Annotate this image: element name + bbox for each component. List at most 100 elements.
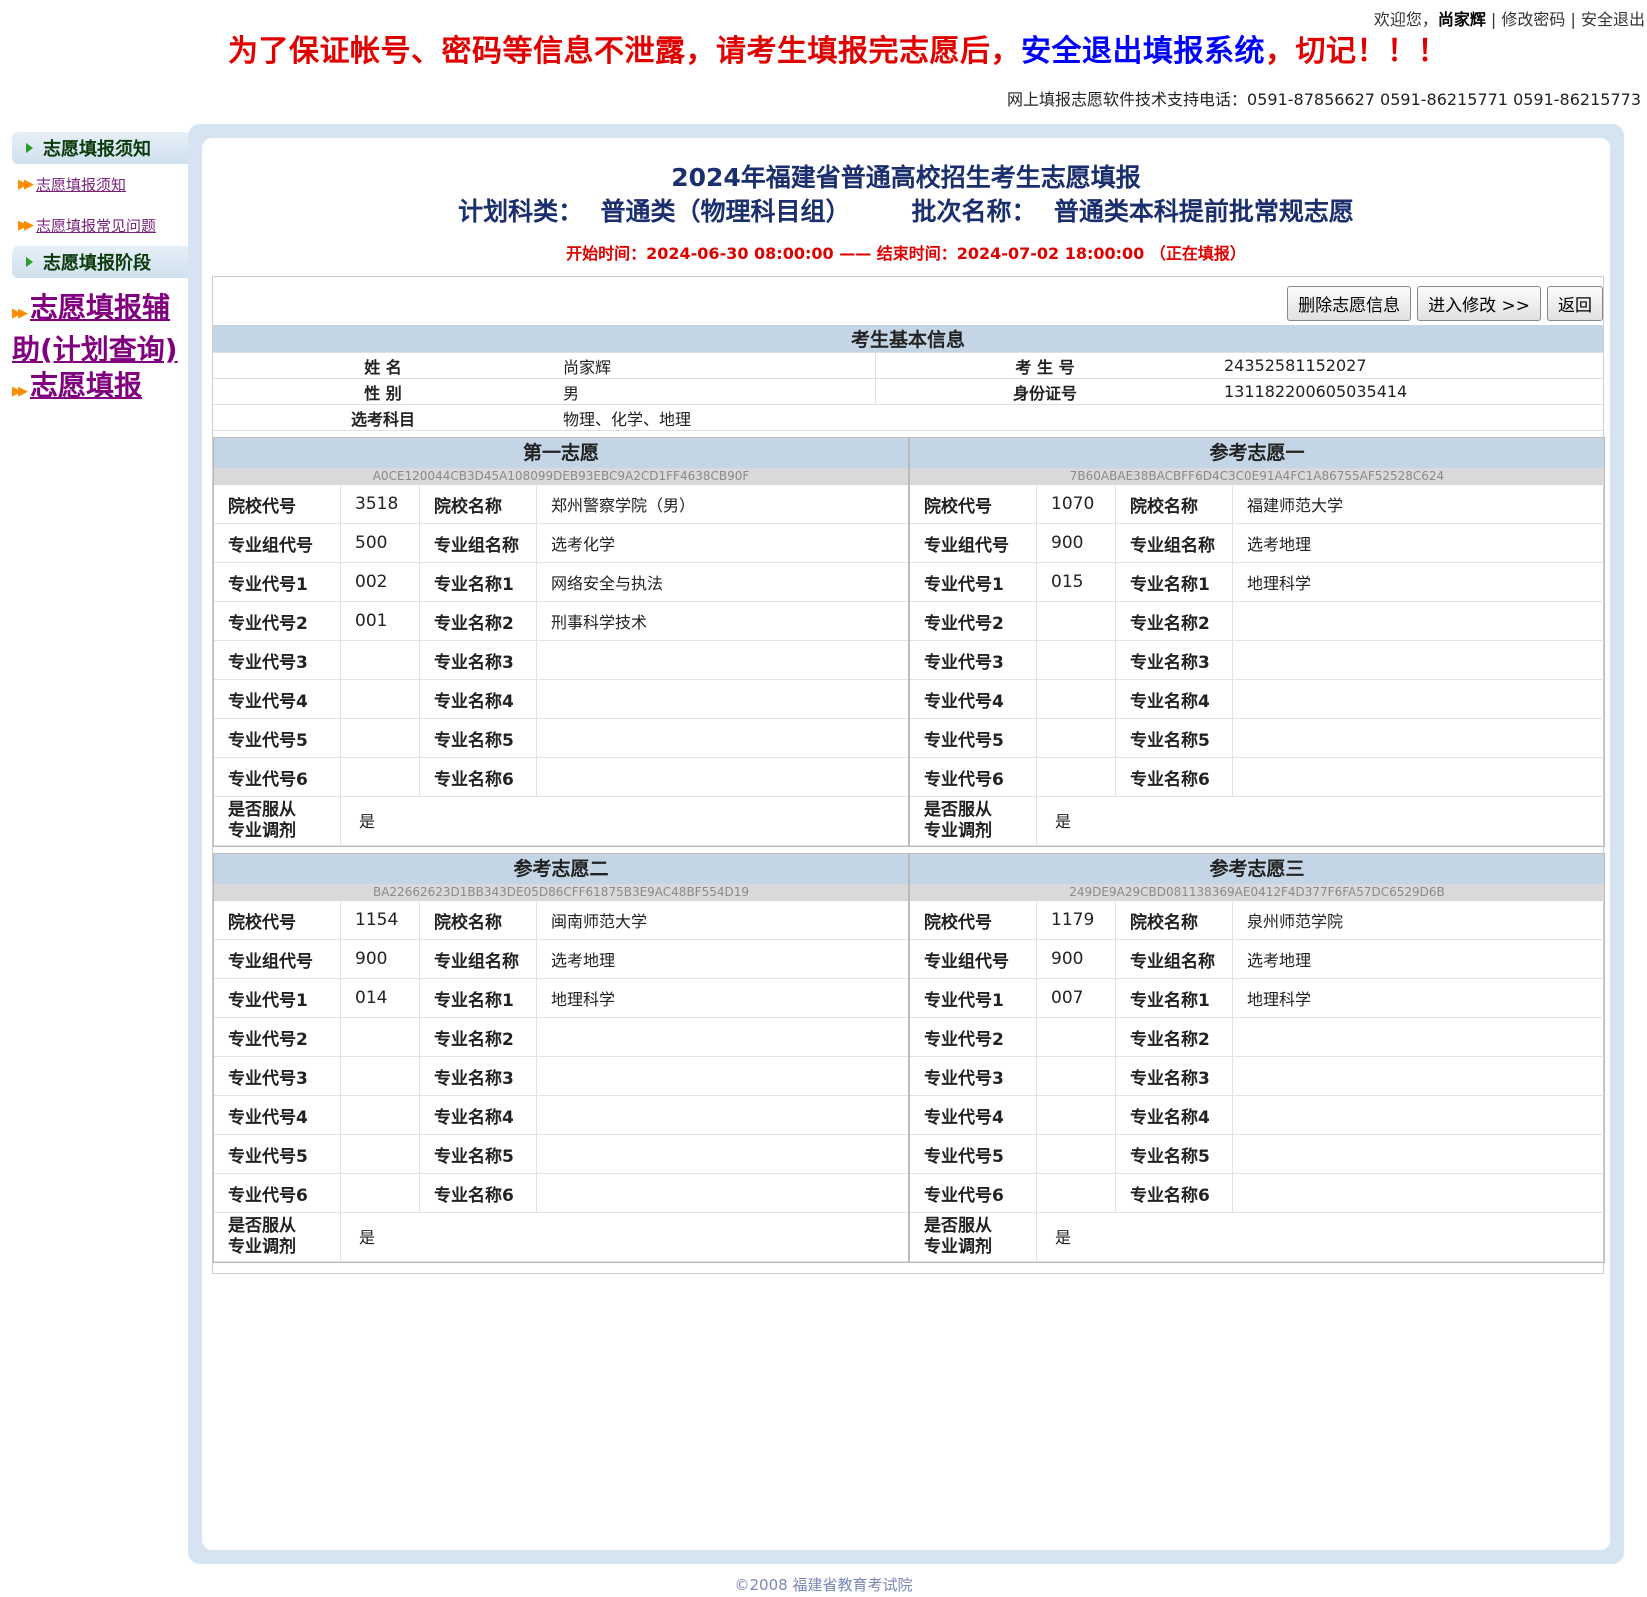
table-row: 院校代号 1070 院校名称 福建师范大学 <box>910 485 1604 524</box>
logout-link[interactable]: 安全退出 <box>1581 10 1645 29</box>
major-name-label: 专业名称6 <box>1115 1173 1233 1213</box>
major-code-value <box>340 1017 420 1057</box>
adjust-label-line2: 专业调剂 <box>924 821 992 841</box>
exam-no-label: 考 生 号 <box>875 352 1214 379</box>
major-code-label: 专业代号1 <box>214 562 341 602</box>
triangle-icon <box>26 143 33 153</box>
major-code-label: 专业代号1 <box>910 562 1037 602</box>
fill-link[interactable]: 志愿填报 <box>30 369 142 402</box>
table-row: 专业代号6 专业名称6 <box>910 757 1604 797</box>
notice-link[interactable]: 志愿填报须知 <box>36 174 126 195</box>
group-name-label: 专业组名称 <box>419 523 537 563</box>
major-name-label: 专业名称4 <box>1115 1095 1233 1135</box>
back-button[interactable]: 返回 <box>1547 286 1603 321</box>
gender-value: 男 <box>553 378 876 405</box>
school-name-label: 院校名称 <box>419 901 537 940</box>
major-code-value <box>340 640 420 680</box>
group-name-value: 选考地理 <box>1232 523 1604 563</box>
major-name-value: 地理科学 <box>1232 978 1604 1018</box>
volunteer-content: 删除志愿信息 进入修改 >> 返回 考生基本信息 姓 名 尚家辉 考 生 号 2… <box>212 276 1605 1274</box>
major-code-value: 014 <box>340 978 420 1018</box>
plan-query-link[interactable]: 志愿填报辅助(计划查询) <box>12 291 178 366</box>
volunteer-table: 院校代号 1070 院校名称 福建师范大学 专业组代号 900 专业组名称 选考地理 专业代号1… <box>910 485 1604 846</box>
major-code-value <box>1036 1134 1116 1174</box>
gender-label: 性 别 <box>213 378 553 405</box>
table-row: 专业代号2 专业名称2 <box>910 601 1604 641</box>
warning-part3: ，切记！！！ <box>1265 34 1448 69</box>
sidebar-section-notice: 志愿填报须知 <box>12 132 188 164</box>
volunteer-title: 参考志愿一 <box>910 438 1604 468</box>
double-arrow-icon: ▶▶ <box>12 306 28 321</box>
group-code-label: 专业组代号 <box>214 939 341 979</box>
major-code-value <box>340 757 420 797</box>
volunteer-block: 第一志愿 A0CE120044CB3D45A108099DEB93EBC9A2CD… <box>213 437 909 847</box>
table-row: 专业代号5 专业名称5 <box>910 1134 1604 1174</box>
table-row: 专业代号1 007 专业名称1 地理科学 <box>910 978 1604 1018</box>
table-row: 专业代号2 001 专业名称2 刑事科学技术 <box>214 601 908 641</box>
major-code-value <box>340 679 420 719</box>
major-name-label: 专业名称6 <box>419 1173 537 1213</box>
group-name-value: 选考化学 <box>536 523 908 563</box>
major-code-label: 专业代号3 <box>214 640 341 680</box>
major-code-value: 007 <box>1036 978 1116 1018</box>
table-row: 专业代号1 015 专业名称1 地理科学 <box>910 562 1604 602</box>
table-row: 专业代号1 002 专业名称1 网络安全与执法 <box>214 562 908 602</box>
subjects-label: 选考科目 <box>213 404 553 431</box>
table-row: 专业代号2 专业名称2 <box>214 1017 908 1057</box>
major-name-label: 专业名称1 <box>1115 978 1233 1018</box>
table-row: 院校代号 1179 院校名称 泉州师范学院 <box>910 901 1604 940</box>
school-name-value: 泉州师范学院 <box>1232 901 1604 940</box>
major-name-value <box>536 757 908 797</box>
volunteer-title: 参考志愿二 <box>214 854 908 884</box>
major-code-label: 专业代号2 <box>214 1017 341 1057</box>
major-name-label: 专业名称4 <box>419 1095 537 1135</box>
major-code-label: 专业代号6 <box>910 757 1037 797</box>
modify-button[interactable]: 进入修改 >> <box>1417 286 1541 321</box>
major-code-value <box>1036 757 1116 797</box>
table-row: 专业代号3 专业名称3 <box>214 640 908 680</box>
major-name-label: 专业名称4 <box>1115 679 1233 719</box>
major-name-value: 地理科学 <box>536 978 908 1018</box>
double-arrow-icon: ▶▶ <box>18 177 34 192</box>
major-code-value <box>340 718 420 758</box>
delete-button[interactable]: 删除志愿信息 <box>1287 286 1412 321</box>
major-name-label: 专业名称5 <box>1115 1134 1233 1174</box>
major-name-label: 专业名称5 <box>419 718 537 758</box>
major-name-label: 专业名称2 <box>1115 1017 1233 1057</box>
footer-copyright: ©2008 福建省教育考试院 <box>734 1576 913 1594</box>
major-name-label: 专业名称1 <box>1115 562 1233 602</box>
major-code-label: 专业代号3 <box>214 1056 341 1096</box>
volunteer-hash: 249DE9A29CBD081138369AE0412F4D377F6FA57D… <box>910 884 1604 901</box>
id-value: 131182200605035414 <box>1214 378 1603 405</box>
group-code-label: 专业组代号 <box>214 523 341 563</box>
action-buttons: 删除志愿信息 进入修改 >> 返回 <box>1287 286 1603 321</box>
major-name-value <box>1232 640 1604 680</box>
major-code-value <box>1036 640 1116 680</box>
volunteer-table: 院校代号 1179 院校名称 泉州师范学院 专业组代号 900 专业组名称 选考地理 专业代号1… <box>910 901 1604 1262</box>
major-name-value <box>536 1017 908 1057</box>
adjust-label: 是否服从 专业调剂 <box>910 796 1037 846</box>
school-name-label: 院校名称 <box>1115 901 1233 940</box>
adjust-label-line1: 是否服从 <box>924 800 992 820</box>
table-row: 专业代号3 专业名称3 <box>214 1056 908 1096</box>
major-code-value: 015 <box>1036 562 1116 602</box>
table-row: 是否服从 专业调剂是 <box>910 796 1604 846</box>
school-code-label: 院校代号 <box>214 901 341 940</box>
table-row: 专业代号6 专业名称6 <box>910 1173 1604 1213</box>
major-name-label: 专业名称1 <box>419 978 537 1018</box>
major-name-value <box>536 1095 908 1135</box>
major-code-value <box>340 1056 420 1096</box>
major-code-value <box>1036 1173 1116 1213</box>
sidebar-section-label: 志愿填报须知 <box>43 139 151 160</box>
school-name-value: 福建师范大学 <box>1232 485 1604 524</box>
school-code-value: 1070 <box>1036 485 1116 524</box>
group-code-label: 专业组代号 <box>910 523 1037 563</box>
faq-link[interactable]: 志愿填报常见问题 <box>36 215 156 236</box>
change-password-link[interactable]: 修改密码 <box>1501 10 1565 29</box>
volunteer-title: 参考志愿三 <box>910 854 1604 884</box>
major-name-value <box>536 1056 908 1096</box>
table-row: 专业代号2 专业名称2 <box>910 1017 1604 1057</box>
table-row: 是否服从 专业调剂是 <box>214 796 908 846</box>
adjust-label: 是否服从 专业调剂 <box>214 796 341 846</box>
major-name-value <box>536 679 908 719</box>
